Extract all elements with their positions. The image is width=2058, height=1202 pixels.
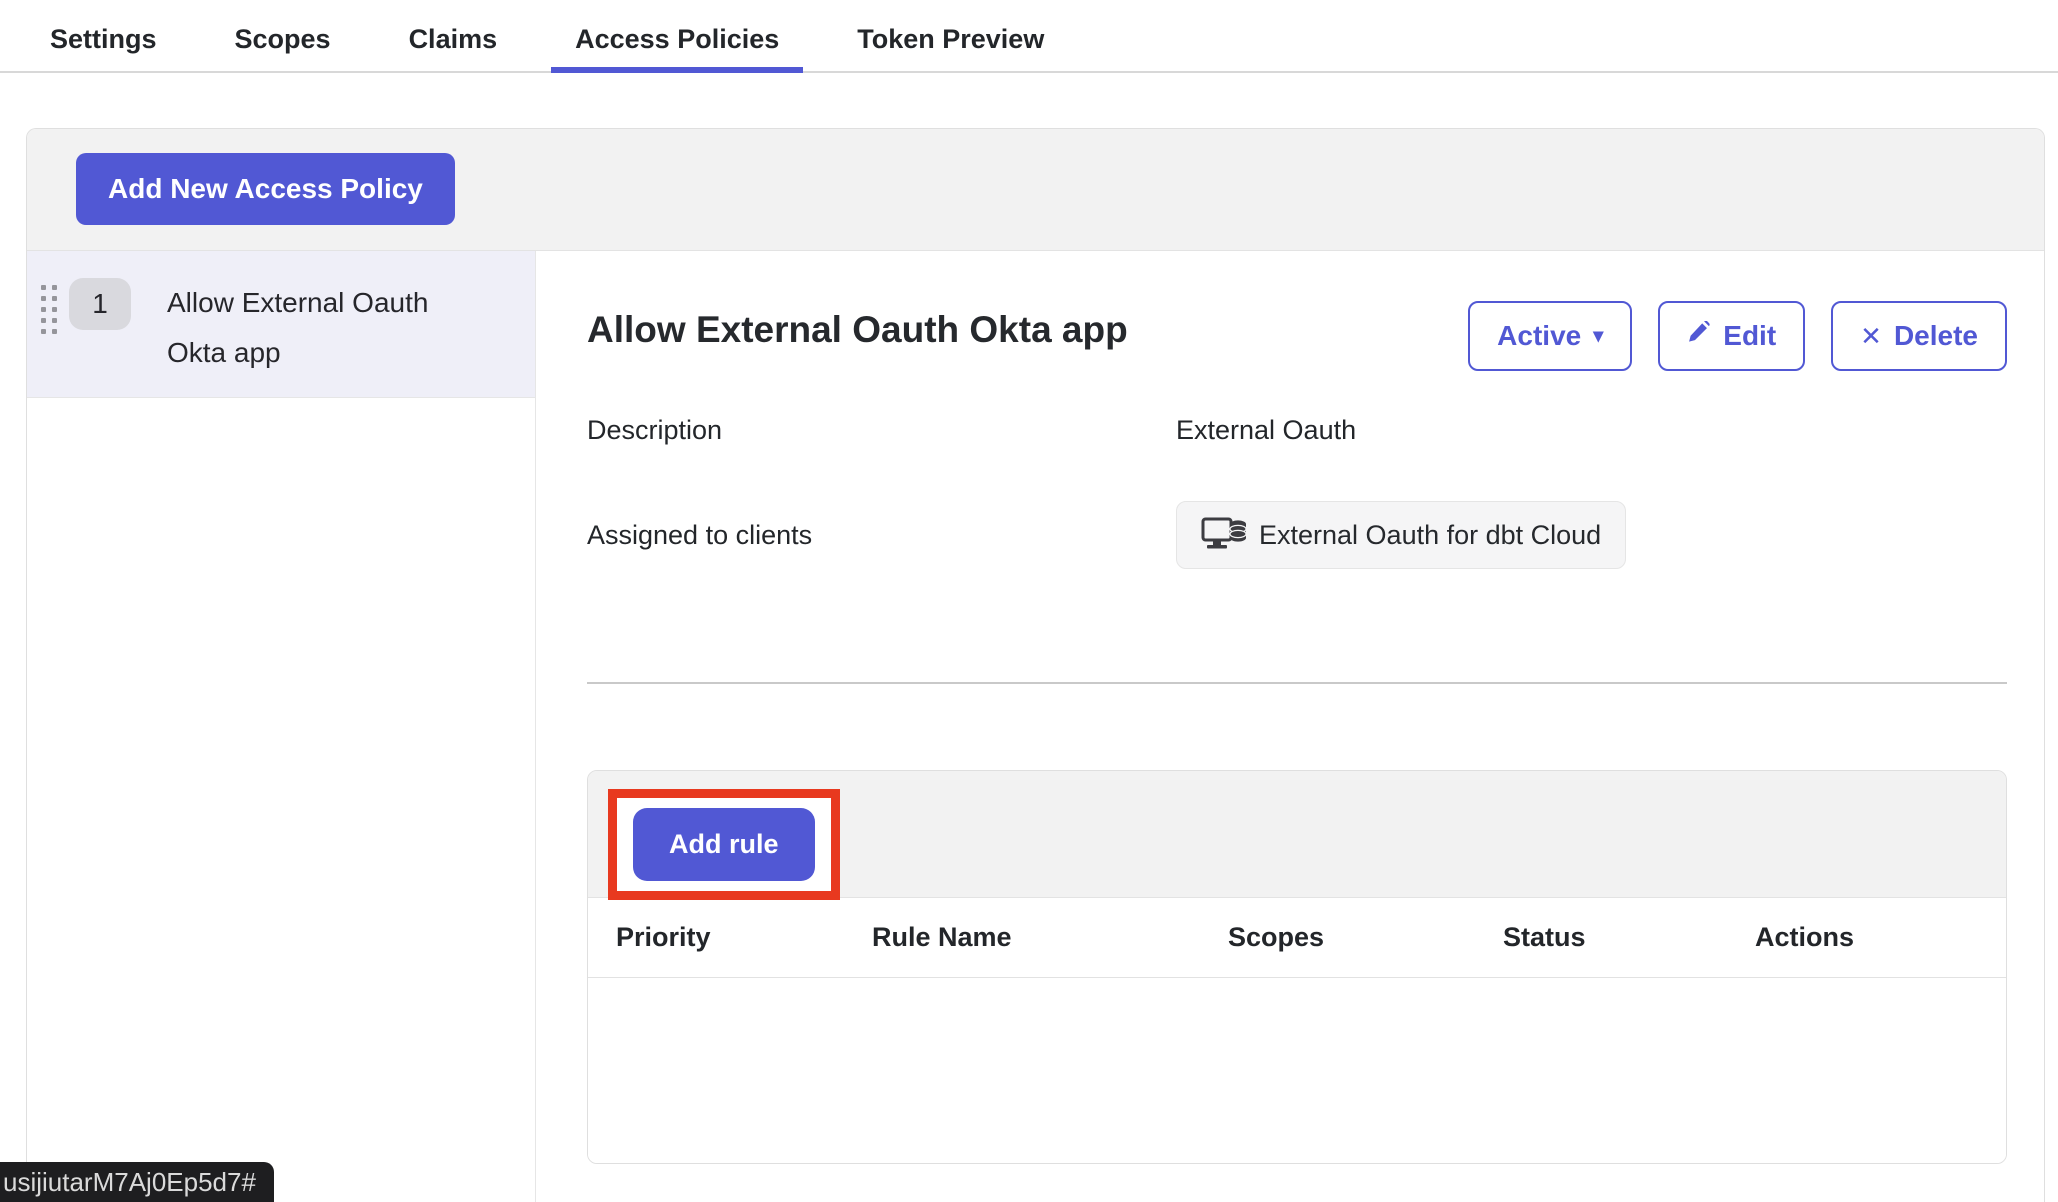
delete-button[interactable]: ✕ Delete — [1831, 301, 2007, 371]
page: Settings Scopes Claims Access Policies T… — [0, 0, 2058, 1202]
policy-detail: Allow External Oauth Okta app Active ▾ — [536, 251, 2044, 1202]
tab-scopes[interactable]: Scopes — [211, 14, 355, 71]
description-label: Description — [587, 415, 1176, 446]
rules-card: Add rule Priority Rule Name Scopes Statu… — [587, 770, 2007, 1164]
tab-token-preview[interactable]: Token Preview — [833, 14, 1068, 71]
add-rule-button[interactable]: Add rule — [633, 808, 815, 881]
tab-access-policies[interactable]: Access Policies — [551, 14, 803, 71]
assigned-clients-label: Assigned to clients — [587, 520, 1176, 551]
drag-handle-icon[interactable] — [41, 285, 57, 334]
policy-list-item[interactable]: 1 Allow External Oauth Okta app — [27, 251, 535, 398]
col-rule-name: Rule Name — [872, 922, 1228, 953]
col-priority: Priority — [616, 922, 872, 953]
add-new-access-policy-button[interactable]: Add New Access Policy — [76, 153, 455, 225]
policy-title: Allow External Oauth Okta app — [587, 301, 1128, 351]
section-divider — [587, 682, 2007, 684]
delete-button-label: Delete — [1894, 320, 1978, 352]
rules-card-header: Add rule — [588, 771, 2006, 898]
panel-body: 1 Allow External Oauth Okta app Allow Ex… — [27, 251, 2044, 1202]
tab-claims[interactable]: Claims — [385, 14, 522, 71]
pencil-icon — [1687, 320, 1711, 352]
chevron-down-icon: ▾ — [1593, 326, 1603, 346]
col-status: Status — [1503, 922, 1755, 953]
status-dropdown-button[interactable]: Active ▾ — [1468, 301, 1632, 371]
status-dropdown-label: Active — [1497, 320, 1581, 352]
annotation-highlight: Add rule — [608, 789, 840, 900]
col-scopes: Scopes — [1228, 922, 1503, 953]
client-app-icon — [1201, 517, 1247, 553]
panel-header: Add New Access Policy — [27, 129, 2044, 251]
link-url-tooltip: usijiutarM7Aj0Ep5d7# — [0, 1162, 274, 1202]
col-actions: Actions — [1755, 922, 2006, 953]
assigned-client-name: External Oauth for dbt Cloud — [1259, 520, 1601, 551]
edit-button-label: Edit — [1723, 320, 1776, 352]
description-value: External Oauth — [1176, 415, 2007, 446]
policy-list: 1 Allow External Oauth Okta app — [27, 251, 536, 1202]
tab-bar: Settings Scopes Claims Access Policies T… — [0, 0, 2058, 73]
policy-name: Allow External Oauth Okta app — [167, 278, 467, 378]
edit-button[interactable]: Edit — [1658, 301, 1805, 371]
policy-priority-badge: 1 — [69, 278, 131, 330]
close-icon: ✕ — [1860, 323, 1882, 349]
rules-table-header: Priority Rule Name Scopes Status Actions — [588, 898, 2006, 978]
policy-detail-header: Allow External Oauth Okta app Active ▾ — [587, 301, 2007, 371]
policy-actions: Active ▾ Edit ✕ — [1468, 301, 2007, 371]
rules-table-body — [588, 978, 2006, 1163]
policy-detail-fields: Description External Oauth Assigned to c… — [587, 415, 2007, 569]
assigned-client-chip: External Oauth for dbt Cloud — [1176, 501, 1626, 569]
tab-settings[interactable]: Settings — [26, 14, 181, 71]
access-policies-panel: Add New Access Policy 1 Allow External O… — [26, 128, 2045, 1202]
